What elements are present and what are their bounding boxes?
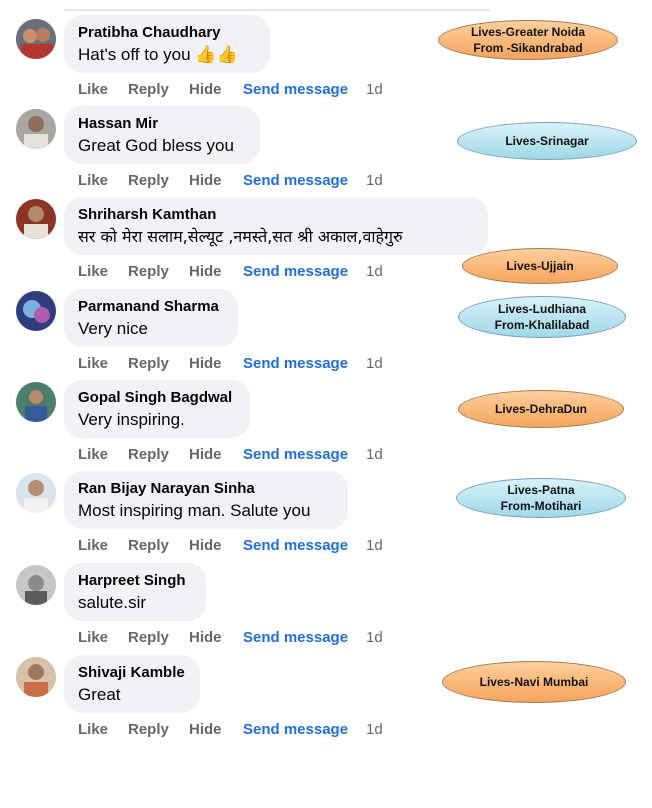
timestamp[interactable]: 1d bbox=[366, 172, 383, 189]
location-tag: Lives-Greater Noida From -Sikandrabad bbox=[438, 20, 618, 60]
timestamp[interactable]: 1d bbox=[366, 629, 383, 646]
comment-author[interactable]: Ran Bijay Narayan Sinha bbox=[78, 479, 334, 498]
like-button[interactable]: Like bbox=[78, 537, 108, 554]
comment-bubble: Parmanand Sharma Very nice bbox=[64, 289, 238, 347]
avatar[interactable] bbox=[16, 657, 56, 697]
like-button[interactable]: Like bbox=[78, 263, 108, 280]
comment-author[interactable]: Hassan Mir bbox=[78, 114, 246, 133]
comment-bubble: Harpreet Singh salute.sir bbox=[64, 563, 206, 621]
location-tag: Lives-Patna From-Motihari bbox=[456, 478, 626, 518]
tag-line: From-Khalilabad bbox=[494, 318, 590, 332]
reply-button[interactable]: Reply bbox=[128, 81, 169, 98]
location-tag: Lives-Navi Mumbai bbox=[442, 661, 626, 703]
comment-bubble: Hassan Mir Great God bless you bbox=[64, 106, 260, 164]
like-button[interactable]: Like bbox=[78, 446, 108, 463]
comment-author[interactable]: Shivaji Kamble bbox=[78, 663, 186, 682]
tag-line: Lives-Navi Mumbai bbox=[479, 675, 589, 689]
send-message-button[interactable]: Send message bbox=[243, 81, 348, 98]
reply-button[interactable]: Reply bbox=[128, 172, 169, 189]
avatar[interactable] bbox=[16, 382, 56, 422]
send-message-button[interactable]: Send message bbox=[243, 172, 348, 189]
comment-bubble: Pratibha Chaudhary Hat's off to you 👍👍 bbox=[64, 15, 270, 73]
hide-button[interactable]: Hide bbox=[189, 537, 222, 554]
hide-button[interactable]: Hide bbox=[189, 172, 222, 189]
timestamp[interactable]: 1d bbox=[366, 537, 383, 554]
like-button[interactable]: Like bbox=[78, 172, 108, 189]
comment-text: Very nice bbox=[78, 319, 148, 338]
avatar[interactable] bbox=[16, 565, 56, 605]
location-tag: Lives-Srinagar bbox=[457, 122, 637, 160]
hide-button[interactable]: Hide bbox=[189, 629, 222, 646]
tag-line: Lives-Srinagar bbox=[505, 134, 589, 148]
reply-button[interactable]: Reply bbox=[128, 263, 169, 280]
comment-bubble: Ran Bijay Narayan Sinha Most inspiring m… bbox=[64, 471, 348, 529]
send-message-button[interactable]: Send message bbox=[243, 721, 348, 738]
location-tag: Lives-Ludhiana From-Khalilabad bbox=[458, 296, 626, 338]
comment-text: Most inspiring man. Salute you bbox=[78, 501, 311, 520]
comment-text: Hat's off to you 👍👍 bbox=[78, 45, 238, 64]
comment-bubble: Gopal Singh Bagdwal Very inspiring. bbox=[64, 380, 250, 438]
hide-button[interactable]: Hide bbox=[189, 446, 222, 463]
send-message-button[interactable]: Send message bbox=[243, 355, 348, 372]
reply-button[interactable]: Reply bbox=[128, 721, 169, 738]
comment-text: सर को मेरा सलाम,सेल्यूट ,नमस्ते,सत श्री … bbox=[78, 227, 403, 246]
reply-button[interactable]: Reply bbox=[128, 629, 169, 646]
comment-text: Very inspiring. bbox=[78, 410, 185, 429]
send-message-button[interactable]: Send message bbox=[243, 629, 348, 646]
timestamp[interactable]: 1d bbox=[366, 446, 383, 463]
tag-line: Lives-Greater Noida bbox=[470, 25, 586, 39]
reply-button[interactable]: Reply bbox=[128, 537, 169, 554]
like-button[interactable]: Like bbox=[78, 355, 108, 372]
avatar[interactable] bbox=[16, 291, 56, 331]
comment-author[interactable]: Shriharsh Kamthan bbox=[78, 205, 474, 224]
comment-author[interactable]: Pratibha Chaudhary bbox=[78, 23, 256, 42]
reply-button[interactable]: Reply bbox=[128, 355, 169, 372]
avatar[interactable] bbox=[16, 199, 56, 239]
comment-text: Great bbox=[78, 685, 121, 704]
tag-line: Lives-Ludhiana bbox=[497, 302, 586, 316]
comment-author[interactable]: Harpreet Singh bbox=[78, 571, 192, 590]
like-button[interactable]: Like bbox=[78, 629, 108, 646]
location-tag: Lives-Ujjain bbox=[462, 248, 618, 284]
tag-line: From-Motihari bbox=[500, 499, 582, 513]
tag-line: Lives-DehraDun bbox=[494, 402, 588, 416]
avatar[interactable] bbox=[16, 109, 56, 149]
avatar[interactable] bbox=[16, 19, 56, 59]
like-button[interactable]: Like bbox=[78, 81, 108, 98]
timestamp[interactable]: 1d bbox=[366, 721, 383, 738]
top-divider bbox=[64, 9, 490, 11]
tag-line: Lives-Ujjain bbox=[506, 259, 574, 273]
reply-button[interactable]: Reply bbox=[128, 446, 169, 463]
send-message-button[interactable]: Send message bbox=[243, 537, 348, 554]
hide-button[interactable]: Hide bbox=[189, 263, 222, 280]
comment-item: Harpreet Singh salute.sir Like Reply Hid… bbox=[0, 563, 652, 655]
hide-button[interactable]: Hide bbox=[189, 81, 222, 98]
comment-bubble: Shriharsh Kamthan सर को मेरा सलाम,सेल्यू… bbox=[64, 197, 488, 255]
avatar[interactable] bbox=[16, 473, 56, 513]
tag-line: Lives-Patna bbox=[507, 483, 575, 497]
send-message-button[interactable]: Send message bbox=[243, 446, 348, 463]
hide-button[interactable]: Hide bbox=[189, 721, 222, 738]
timestamp[interactable]: 1d bbox=[366, 263, 383, 280]
comment-author[interactable]: Gopal Singh Bagdwal bbox=[78, 388, 236, 407]
timestamp[interactable]: 1d bbox=[366, 81, 383, 98]
comment-text: salute.sir bbox=[78, 593, 147, 612]
location-tag: Lives-DehraDun bbox=[458, 390, 624, 428]
send-message-button[interactable]: Send message bbox=[243, 263, 348, 280]
tag-line: From -Sikandrabad bbox=[473, 41, 583, 55]
comment-text: Great God bless you bbox=[78, 136, 234, 155]
comment-bubble: Shivaji Kamble Great bbox=[64, 655, 200, 713]
like-button[interactable]: Like bbox=[78, 721, 108, 738]
hide-button[interactable]: Hide bbox=[189, 355, 222, 372]
timestamp[interactable]: 1d bbox=[366, 355, 383, 372]
comment-author[interactable]: Parmanand Sharma bbox=[78, 297, 224, 316]
